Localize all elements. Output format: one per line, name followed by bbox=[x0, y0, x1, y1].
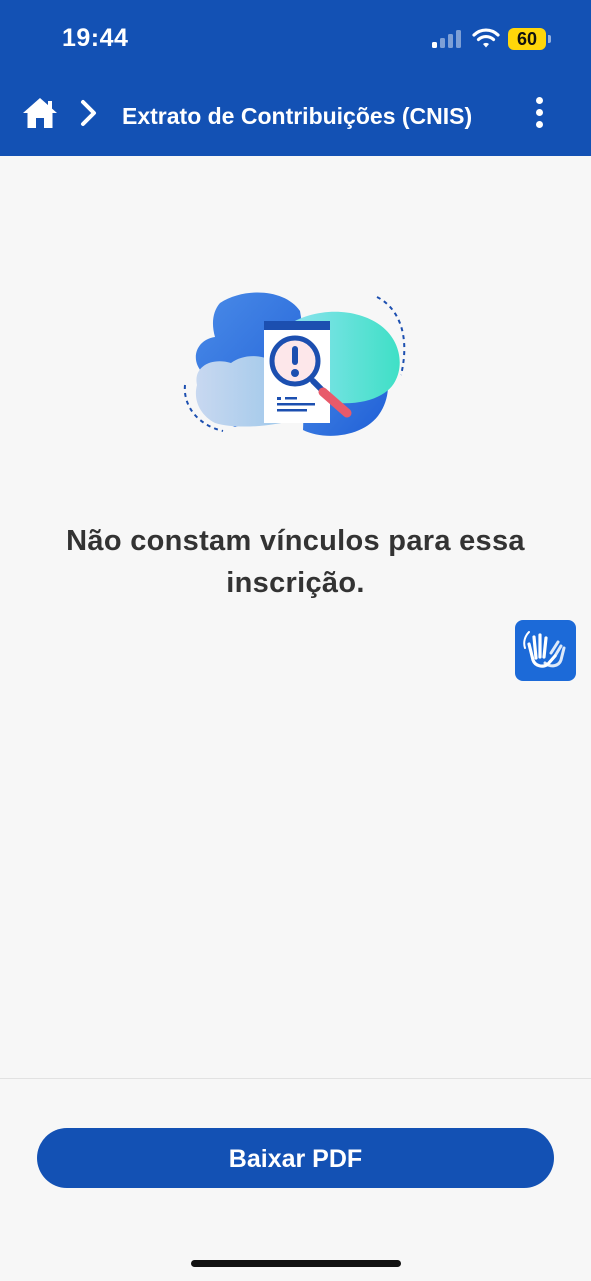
sign-language-hands-icon bbox=[523, 631, 566, 668]
home-icon[interactable] bbox=[22, 96, 58, 130]
sign-language-button[interactable] bbox=[515, 620, 576, 681]
download-pdf-button[interactable]: Baixar PDF bbox=[37, 1128, 554, 1188]
battery-icon: 60 bbox=[508, 28, 546, 50]
battery-cap bbox=[548, 35, 551, 43]
cellular-signal-icon bbox=[432, 30, 461, 48]
more-vertical-icon[interactable] bbox=[528, 95, 552, 131]
page-title: Extrato de Contribuições (CNIS) bbox=[122, 103, 473, 129]
document-magnifier-alert-icon bbox=[183, 292, 406, 436]
status-time: 19:44 bbox=[62, 24, 129, 52]
empty-state-message: Não constam vínculos para essa inscrição… bbox=[66, 525, 525, 599]
chevron-right-icon bbox=[81, 100, 96, 126]
wifi-icon bbox=[472, 28, 500, 48]
top-app-bar: 19:44 60 Extrato de Contribuições (CNIS) bbox=[0, 0, 591, 156]
home-indicator bbox=[191, 1260, 401, 1267]
